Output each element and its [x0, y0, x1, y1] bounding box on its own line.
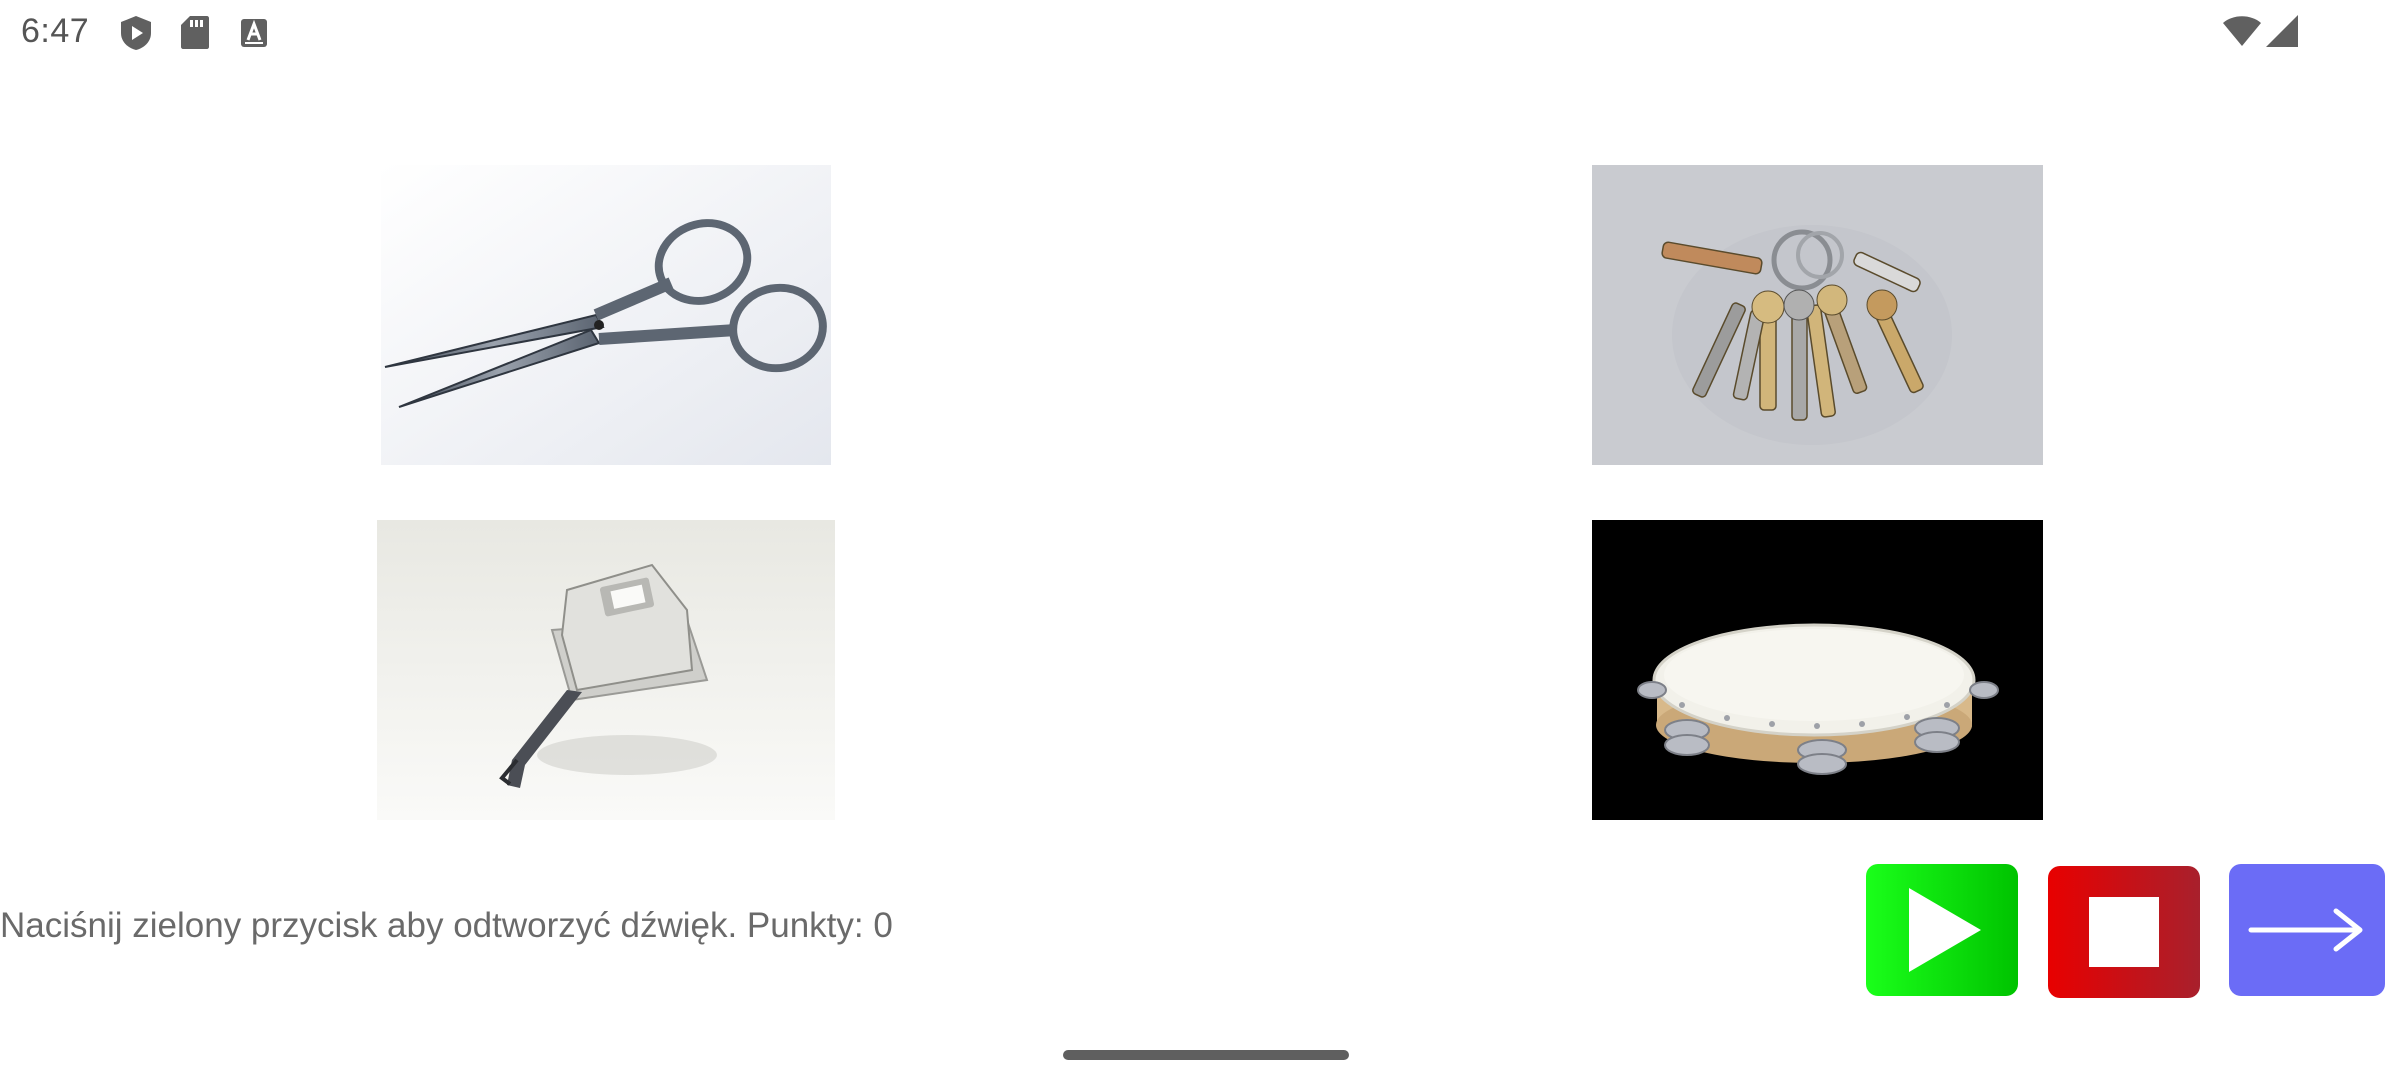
game-screen: 6:47 Naciśnij zielony przycisk aby odtwo… [0, 0, 2400, 1080]
wifi-icon [2222, 14, 2262, 53]
instruction-text: Naciśnij zielony przycisk aby odtworzyć … [0, 906, 893, 945]
scissors-image-tile[interactable] [381, 165, 831, 465]
next-button[interactable] [2229, 864, 2385, 996]
status-time: 6:47 [21, 12, 90, 50]
home-indicator[interactable] [1063, 1050, 1349, 1060]
stop-icon [2089, 897, 2159, 967]
hole-punch-image [377, 520, 835, 820]
status-bar: 6:47 [0, 0, 2400, 64]
stop-button[interactable] [2048, 866, 2200, 998]
play-button[interactable] [1866, 864, 2018, 996]
shield-play-icon [118, 14, 154, 57]
keys-image-tile[interactable] [1592, 165, 2043, 465]
sd-card-icon [180, 14, 210, 55]
arrow-right-icon [2248, 908, 2363, 952]
cell-signal-icon [2265, 14, 2299, 53]
hole-punch-image-tile[interactable] [377, 520, 835, 820]
play-icon [1909, 888, 1981, 972]
tambourine-image-tile[interactable] [1592, 520, 2043, 820]
text-a-icon [240, 18, 268, 53]
scissors-image [381, 165, 831, 465]
keys-image [1592, 165, 2043, 465]
tambourine-image [1592, 520, 2043, 820]
